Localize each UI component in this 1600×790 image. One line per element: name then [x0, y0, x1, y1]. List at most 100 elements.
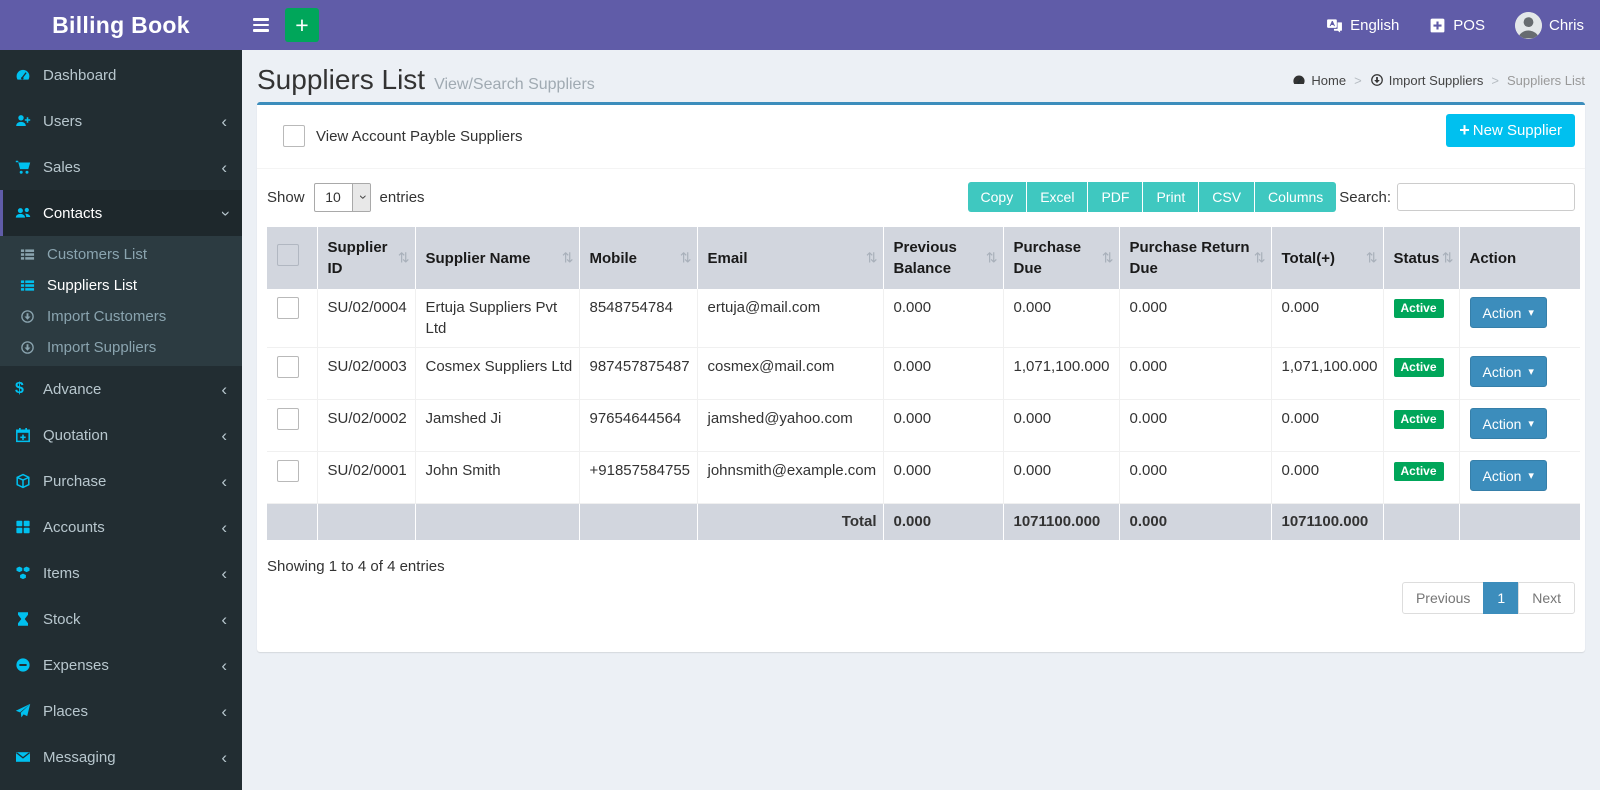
export-print-button[interactable]: Print [1143, 182, 1199, 212]
sidebar-item-purchase[interactable]: Purchase ‹ [0, 458, 242, 504]
export-columns-button[interactable]: Columns [1255, 182, 1337, 212]
cell-total: 0.000 [1271, 399, 1384, 452]
list-icon [20, 247, 40, 262]
chevron-left-icon: ‹ [221, 747, 227, 767]
select-all-checkbox[interactable] [277, 244, 299, 266]
action-dropdown-button[interactable]: Action ▾ [1469, 297, 1547, 328]
supplier-row: SU/02/0001 John Smith +91857584755 johnsmit… [267, 451, 1580, 504]
chevron-left-icon: ‹ [221, 425, 227, 445]
app-logo[interactable]: Billing Book [0, 0, 242, 50]
list-icon [20, 278, 40, 293]
sidebar-item-expenses[interactable]: Expenses ‹ [0, 642, 242, 688]
sidebar-item-places[interactable]: Places ‹ [0, 688, 242, 734]
column-header-purchase-due[interactable]: Purchase Due ⇅ [1003, 227, 1120, 289]
cell-total: 0.000 [1271, 451, 1384, 504]
pagination-page-1[interactable]: 1 [1483, 581, 1520, 614]
status-badge: Active [1393, 299, 1444, 318]
column-header-name[interactable]: Supplier Name ⇅ [415, 227, 580, 289]
sidebar-subitem-customers-list[interactable]: Customers List [0, 239, 242, 270]
cell-status: Active [1383, 347, 1460, 400]
hourglass-icon [15, 611, 40, 627]
page-length-control: Show 10 ‹ entries [267, 182, 425, 212]
pos-button[interactable]: POS [1429, 17, 1485, 34]
export-excel-button[interactable]: Excel [1027, 182, 1088, 212]
export-csv-button[interactable]: CSV [1199, 182, 1255, 212]
cell-mobile: +91857584755 [579, 451, 698, 504]
sidebar-item-contacts[interactable]: Contacts ‹ [0, 190, 242, 236]
pagination-previous-button[interactable]: Previous [1401, 581, 1485, 614]
sort-icon[interactable]: ⇅ [680, 248, 692, 269]
row-checkbox[interactable] [277, 408, 299, 430]
cell-select [267, 347, 318, 400]
sidebar-item-dashboard[interactable]: Dashboard [0, 52, 242, 98]
sidebar-item-sales[interactable]: Sales ‹ [0, 144, 242, 190]
cell-previous-balance: 0.000 [883, 399, 1004, 452]
sidebar-item-messaging[interactable]: Messaging ‹ [0, 734, 242, 780]
entries-label: entries [379, 188, 425, 206]
cell-total: 0.000 [1271, 289, 1384, 348]
action-dropdown-button[interactable]: Action ▾ [1469, 356, 1547, 387]
breadcrumb: Home > Import Suppliers > Suppliers List [1292, 73, 1585, 88]
row-checkbox[interactable] [277, 356, 299, 378]
sidebar-item-advance[interactable]: $ Advance ‹ [0, 366, 242, 412]
view-account-payable-filter[interactable]: View Account Payble Suppliers [283, 114, 523, 147]
cube-icon [15, 473, 40, 489]
breadcrumb-import-suppliers[interactable]: Import Suppliers [1370, 73, 1483, 88]
action-dropdown-button[interactable]: Action ▾ [1469, 408, 1547, 439]
page-title: Suppliers List View/Search Suppliers [257, 64, 595, 96]
column-header-total[interactable]: Total(+) ⇅ [1271, 227, 1384, 289]
language-menu[interactable]: English [1326, 17, 1399, 34]
page-length-select[interactable]: 10 ‹ [313, 182, 371, 212]
sidebar-subitem-import-suppliers[interactable]: Import Suppliers [0, 332, 242, 363]
sidebar-item-items[interactable]: Items ‹ [0, 550, 242, 596]
cell-supplier-id: SU/02/0002 [317, 399, 416, 452]
search-input[interactable] [1397, 183, 1575, 211]
column-header-purchase-return-due[interactable]: Purchase Return Due ⇅ [1119, 227, 1272, 289]
sidebar-item-quotation[interactable]: Quotation ‹ [0, 412, 242, 458]
column-header-mobile[interactable]: Mobile ⇅ [579, 227, 698, 289]
dashboard-icon [15, 67, 40, 83]
action-dropdown-button[interactable]: Action ▾ [1469, 460, 1547, 491]
sort-icon[interactable]: ⇅ [398, 248, 410, 269]
table-footer: Showing 1 to 4 of 4 entries Previous 1 Nex… [267, 540, 1575, 652]
chevron-left-icon: ‹ [221, 471, 227, 491]
row-checkbox[interactable] [277, 460, 299, 482]
sort-icon[interactable]: ⇅ [1254, 248, 1266, 269]
breadcrumb-home[interactable]: Home [1292, 73, 1346, 88]
sort-icon[interactable]: ⇅ [1442, 248, 1454, 269]
column-header-email[interactable]: Email ⇅ [697, 227, 884, 289]
cell-purchase-due: 0.000 [1003, 451, 1120, 504]
sidebar-toggle-button[interactable] [242, 0, 280, 50]
sort-icon[interactable]: ⇅ [1366, 248, 1378, 269]
cell-supplier-name: Jamshed Ji [415, 399, 580, 452]
row-checkbox[interactable] [277, 297, 299, 319]
sidebar-item-users[interactable]: Users ‹ [0, 98, 242, 144]
sidebar-subitem-suppliers-list[interactable]: Suppliers List [0, 270, 242, 301]
cell-mobile: 97654644564 [579, 399, 698, 452]
table-toolbar: Show 10 ‹ entries Copy Excel PDF Print CSV Co… [267, 169, 1575, 222]
chevron-left-icon: ‹ [221, 111, 227, 131]
export-copy-button[interactable]: Copy [967, 182, 1027, 212]
export-pdf-button[interactable]: PDF [1088, 182, 1143, 212]
column-header-status[interactable]: Status ⇅ [1383, 227, 1460, 289]
supplier-row: SU/02/0002 Jamshed Ji 97654644564 jamshed@y… [267, 399, 1580, 452]
supplier-row: SU/02/0003 Cosmex Suppliers Ltd 9874578754… [267, 347, 1580, 400]
sidebar-item-accounts[interactable]: Accounts ‹ [0, 504, 242, 550]
cell-mobile: 8548754784 [579, 289, 698, 348]
new-supplier-button[interactable]: + New Supplier [1446, 114, 1575, 147]
sort-icon[interactable]: ⇅ [562, 248, 574, 269]
sort-icon[interactable]: ⇅ [1102, 248, 1114, 269]
user-menu[interactable]: Chris [1514, 11, 1584, 39]
cell-total: 1,071,100.000 [1271, 347, 1384, 400]
sort-icon[interactable]: ⇅ [866, 248, 878, 269]
cell-purchase-return-due: 0.000 [1119, 347, 1272, 400]
grid-icon [15, 519, 40, 535]
sidebar-item-stock[interactable]: Stock ‹ [0, 596, 242, 642]
sidebar-subitem-import-customers[interactable]: Import Customers [0, 301, 242, 332]
column-header-previous-balance[interactable]: Previous Balance ⇅ [883, 227, 1004, 289]
view-account-payable-checkbox[interactable] [283, 125, 305, 147]
column-header-id[interactable]: Supplier ID ⇅ [317, 227, 416, 289]
sort-icon[interactable]: ⇅ [986, 248, 998, 269]
quick-add-button[interactable]: + [285, 8, 319, 42]
pagination-next-button[interactable]: Next [1518, 581, 1575, 614]
